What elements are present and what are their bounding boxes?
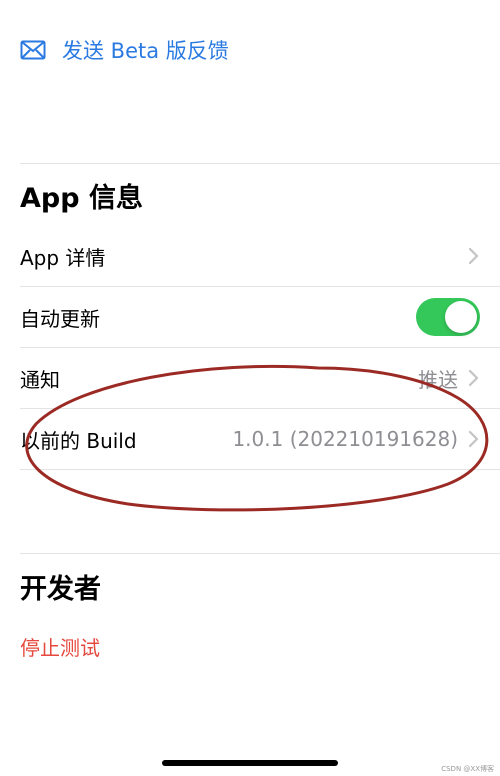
stop-testing-button[interactable]: 停止测试: [20, 632, 100, 661]
auto-update-toggle[interactable]: [416, 298, 480, 336]
developer-title: 开发者: [20, 574, 101, 605]
app-details-label: App 详情: [20, 245, 106, 270]
annotation-ellipse: [25, 364, 489, 512]
app-info-title: App 信息: [20, 183, 143, 214]
auto-update-label: 自动更新: [20, 306, 100, 331]
home-indicator: [162, 760, 338, 766]
divider: [20, 553, 500, 554]
send-beta-feedback-button[interactable]: 发送 Beta 版反馈: [20, 28, 320, 72]
app-details-row[interactable]: App 详情: [20, 226, 480, 286]
watermark: CSDN @XX博客: [441, 765, 494, 773]
toggle-knob: [445, 301, 477, 333]
chevron-right-icon: [468, 247, 480, 265]
divider: [20, 163, 500, 164]
send-beta-feedback-label: 发送 Beta 版反馈: [62, 39, 229, 63]
envelope-icon: [20, 40, 46, 60]
auto-update-row: 自动更新: [20, 287, 480, 347]
